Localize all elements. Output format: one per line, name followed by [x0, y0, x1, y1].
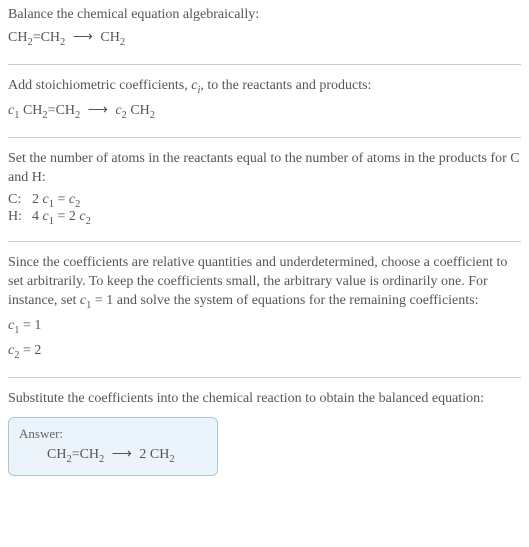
section-add-coeffs: Add stoichiometric coefficients, ci, to … — [8, 77, 521, 123]
substitute-text: Substitute the coefficients into the che… — [8, 390, 521, 409]
balanced-equation: CH2=CH2 ⟶ 2 CH2 — [19, 446, 207, 465]
equation-c: 2 c1 = c2 — [32, 192, 80, 210]
solve-text: Since the coefficients are relative quan… — [8, 254, 521, 313]
add-coeffs-text: Add stoichiometric coefficients, ci, to … — [8, 77, 521, 98]
text-part: , to the reactants and products: — [200, 78, 371, 93]
section-problem: Balance the chemical equation algebraica… — [8, 6, 521, 50]
text-part: and solve the system of equations for th… — [113, 293, 478, 308]
arrow-icon: ⟶ — [88, 102, 108, 121]
arrow-icon: ⟶ — [73, 29, 93, 48]
element-label: C: — [8, 192, 32, 208]
answer-box: Answer: CH2=CH2 ⟶ 2 CH2 — [8, 417, 218, 476]
assign-c1: c1 = 1 — [80, 293, 113, 308]
text-part: Add stoichiometric coefficients, — [8, 78, 191, 93]
atom-balance-row-h: H: 4 c1 = 2 c2 — [8, 209, 521, 227]
equation-h: 4 c1 = 2 c2 — [32, 209, 91, 227]
arrow-icon: ⟶ — [112, 446, 132, 463]
solution-c2: c2 = 2 — [8, 342, 521, 363]
element-label: H: — [8, 209, 32, 225]
problem-statement: Balance the chemical equation algebraica… — [8, 6, 521, 25]
section-atom-balance: Set the number of atoms in the reactants… — [8, 150, 521, 227]
section-substitute: Substitute the coefficients into the che… — [8, 390, 521, 476]
divider — [8, 64, 521, 65]
divider — [8, 137, 521, 138]
atom-balance-text: Set the number of atoms in the reactants… — [8, 150, 521, 188]
divider — [8, 377, 521, 378]
reaction-with-coeffs: c1 CH2=CH2 ⟶ c2 CH2 — [8, 102, 521, 123]
solution-c1: c1 = 1 — [8, 317, 521, 338]
section-solve: Since the coefficients are relative quan… — [8, 254, 521, 363]
answer-label: Answer: — [19, 426, 207, 442]
reaction-unbalanced: CH2=CH2 ⟶ CH2 — [8, 29, 521, 50]
atom-balance-row-c: C: 2 c1 = c2 — [8, 192, 521, 210]
divider — [8, 241, 521, 242]
